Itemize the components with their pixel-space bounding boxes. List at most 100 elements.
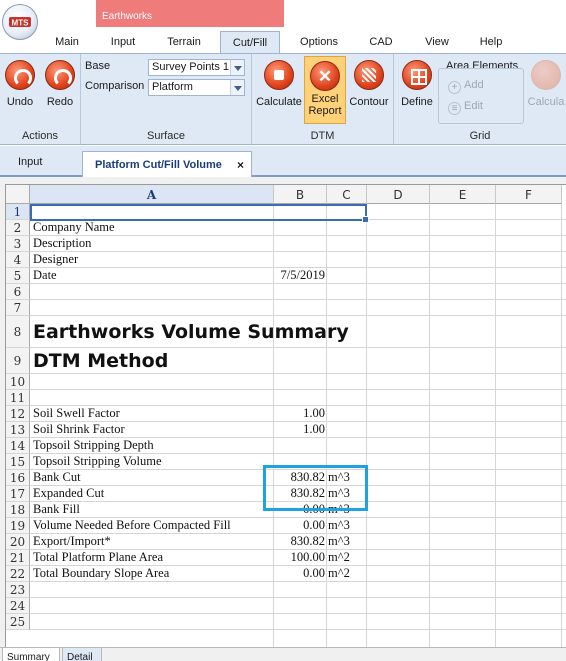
row-header[interactable]: 8 bbox=[6, 316, 30, 348]
row-header[interactable]: 15 bbox=[6, 454, 30, 470]
row-header[interactable]: 22 bbox=[6, 566, 30, 582]
column-header-a[interactable]: A bbox=[30, 185, 274, 204]
plus-icon: + bbox=[448, 81, 461, 94]
value-cell[interactable]: 1.00 bbox=[274, 406, 325, 421]
value-cell[interactable]: 1.00 bbox=[274, 422, 325, 437]
base-dropdown-value: Survey Points 1 bbox=[152, 61, 230, 73]
tab-main[interactable]: Main bbox=[52, 36, 82, 48]
column-header-e[interactable]: E bbox=[430, 185, 496, 204]
chevron-down-icon[interactable] bbox=[230, 60, 244, 75]
row-header[interactable]: 19 bbox=[6, 518, 30, 534]
sheet-heading-cell[interactable]: Earthworks Volume Summary bbox=[33, 321, 349, 343]
label-cell[interactable]: Export/Import* bbox=[33, 534, 111, 549]
excel-report-button[interactable]: Excel Report bbox=[304, 56, 346, 124]
tab-platform-cut-fill-volume[interactable]: Platform Cut/Fill Volume × bbox=[82, 151, 252, 177]
row-header[interactable]: 9 bbox=[6, 348, 30, 374]
label-cell[interactable]: Company Name bbox=[33, 220, 115, 235]
row-header[interactable]: 12 bbox=[6, 406, 30, 422]
label-cell[interactable]: Description bbox=[33, 236, 91, 251]
row-header[interactable]: 17 bbox=[6, 486, 30, 502]
row-header[interactable]: 2 bbox=[6, 220, 30, 236]
label-cell[interactable]: Soil Swell Factor bbox=[33, 406, 120, 421]
document-title-tab[interactable]: Earthworks bbox=[96, 0, 284, 27]
value-cell[interactable]: 7/5/2019 bbox=[274, 268, 325, 283]
ribbon-panel: Undo Redo Actions Base Survey Points 1 C… bbox=[0, 53, 566, 145]
label-cell[interactable]: Total Platform Plane Area bbox=[33, 550, 163, 565]
unit-cell[interactable]: m^2 bbox=[328, 550, 350, 565]
chevron-down-icon[interactable] bbox=[230, 80, 244, 95]
calculate-button[interactable]: Calculate bbox=[254, 60, 304, 108]
row-header[interactable]: 5 bbox=[6, 268, 30, 284]
sheet-tab-summary[interactable]: Summary bbox=[2, 648, 60, 661]
label-cell[interactable]: Bank Cut bbox=[33, 470, 81, 485]
grid-calculate-button[interactable]: Calcula bbox=[526, 60, 566, 108]
base-label: Base bbox=[85, 60, 111, 72]
label-cell[interactable]: Bank Fill bbox=[33, 502, 80, 517]
row-header[interactable]: 24 bbox=[6, 598, 30, 614]
group-label-actions: Actions bbox=[21, 130, 59, 142]
row-header[interactable]: 18 bbox=[6, 502, 30, 518]
add-button[interactable]: + Add bbox=[448, 79, 484, 94]
sheet-tab-detail[interactable]: Detail bbox=[62, 648, 102, 661]
row-header[interactable]: 4 bbox=[6, 252, 30, 268]
value-cell[interactable]: 0.00 bbox=[274, 518, 325, 533]
tab-cad[interactable]: CAD bbox=[366, 36, 396, 48]
row-header[interactable]: 20 bbox=[6, 534, 30, 550]
label-cell[interactable]: Expanded Cut bbox=[33, 486, 104, 501]
row-header[interactable]: 14 bbox=[6, 438, 30, 454]
tab-input[interactable]: Input bbox=[106, 36, 140, 48]
label-cell[interactable]: Soil Shrink Factor bbox=[33, 422, 125, 437]
row-header[interactable]: 25 bbox=[6, 614, 30, 630]
tab-options[interactable]: Options bbox=[296, 36, 342, 48]
row-header[interactable]: 6 bbox=[6, 284, 30, 300]
tab-view[interactable]: View bbox=[422, 36, 452, 48]
calculate-label: Calculate bbox=[256, 96, 302, 108]
value-cell[interactable]: 0.00 bbox=[274, 566, 325, 581]
row-header[interactable]: 16 bbox=[6, 470, 30, 486]
column-header-c[interactable]: C bbox=[327, 185, 367, 204]
sheet-heading-cell[interactable]: DTM Method bbox=[33, 350, 168, 372]
row-header[interactable]: 7 bbox=[6, 300, 30, 316]
label-cell[interactable]: Volume Needed Before Compacted Fill bbox=[33, 518, 231, 533]
close-icon[interactable]: × bbox=[237, 158, 244, 172]
redo-button[interactable]: Redo bbox=[42, 60, 78, 108]
label-cell[interactable]: Designer bbox=[33, 252, 78, 267]
undo-button[interactable]: Undo bbox=[2, 60, 38, 108]
label-cell[interactable]: Date bbox=[33, 268, 57, 283]
define-button[interactable]: Define bbox=[398, 60, 436, 108]
selected-cell-a1[interactable] bbox=[30, 204, 369, 223]
label-cell[interactable]: Topsoil Stripping Depth bbox=[33, 438, 154, 453]
spreadsheet-grid[interactable]: ABCDEF 1 2 Company Name 3 Description 4 Design… bbox=[5, 184, 566, 647]
base-dropdown[interactable]: Survey Points 1 bbox=[148, 59, 245, 76]
column-header-d[interactable]: D bbox=[367, 185, 430, 204]
gridline bbox=[30, 597, 566, 598]
select-all-corner[interactable] bbox=[6, 185, 30, 204]
row-header[interactable]: 11 bbox=[6, 390, 30, 406]
value-cell[interactable]: 100.00 bbox=[274, 550, 325, 565]
comparison-dropdown[interactable]: Platform bbox=[148, 79, 245, 96]
unit-cell[interactable]: m^3 bbox=[328, 534, 350, 549]
excel-report-label-line2: Report bbox=[308, 105, 342, 117]
tab-cut-fill[interactable]: Cut/Fill bbox=[220, 31, 280, 54]
tab-help[interactable]: Help bbox=[476, 36, 506, 48]
ribbon-tab-bar: Main Input Terrain Cut/Fill Options CAD … bbox=[0, 31, 566, 54]
edit-button[interactable]: ≡ Edit bbox=[448, 100, 483, 115]
tab-terrain[interactable]: Terrain bbox=[164, 36, 204, 48]
label-cell[interactable]: Total Boundary Slope Area bbox=[33, 566, 169, 581]
row-header[interactable]: 10 bbox=[6, 374, 30, 390]
row-header[interactable]: 1 bbox=[6, 204, 30, 220]
contour-button[interactable]: Contour bbox=[346, 60, 392, 108]
row-header[interactable]: 13 bbox=[6, 422, 30, 438]
column-header-b[interactable]: B bbox=[274, 185, 327, 204]
row-header[interactable]: 23 bbox=[6, 582, 30, 598]
column-header-f[interactable]: F bbox=[496, 185, 562, 204]
row-header[interactable]: 21 bbox=[6, 550, 30, 566]
unit-cell[interactable]: m^3 bbox=[328, 518, 350, 533]
application-menu-button[interactable]: MTS bbox=[2, 4, 38, 40]
unit-cell[interactable]: m^2 bbox=[328, 566, 350, 581]
tab-input-document[interactable]: Input bbox=[18, 156, 42, 168]
group-label-surface: Surface bbox=[147, 130, 185, 142]
row-header[interactable]: 3 bbox=[6, 236, 30, 252]
value-cell[interactable]: 830.82 bbox=[274, 534, 325, 549]
label-cell[interactable]: Topsoil Stripping Volume bbox=[33, 454, 162, 469]
